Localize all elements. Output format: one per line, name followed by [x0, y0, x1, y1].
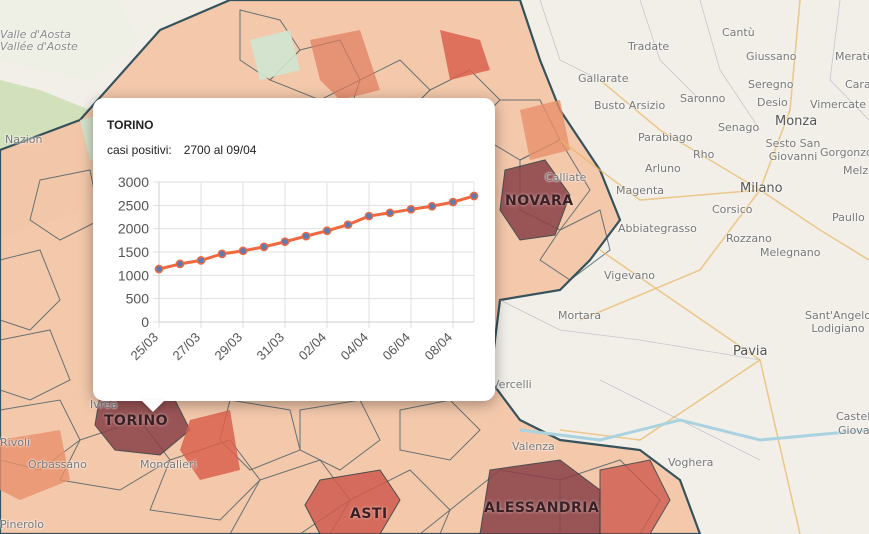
map-place-label: Nazion: [5, 133, 43, 146]
map-place-label: Seregno: [748, 78, 794, 91]
map-place-label: Senago: [718, 121, 760, 134]
y-tick-label: 0: [141, 314, 149, 330]
map-place-label: Calliate: [545, 171, 587, 184]
data-point: [238, 246, 248, 256]
map-place-label: Parabiago: [638, 131, 693, 144]
map-place-label: Pavia: [733, 344, 768, 359]
data-point: [385, 208, 395, 218]
map-place-label: Milano: [740, 181, 783, 196]
map-place-label: Magenta: [616, 184, 665, 197]
map-place-label: Sant'Angelo Lodigiano: [805, 309, 869, 335]
map-place-label: Corsico: [712, 203, 753, 216]
data-point: [364, 211, 374, 221]
map-place-label: Tradate: [628, 40, 670, 53]
y-tick-label: 1000: [118, 267, 149, 283]
data-point: [343, 220, 353, 230]
map-place-label: Paullo: [832, 211, 865, 224]
map-place-label: Arluno: [645, 162, 681, 175]
data-point: [469, 191, 479, 201]
y-tick-label: 3000: [118, 174, 149, 190]
map-place-label: Melzo: [843, 164, 869, 177]
map-place-label: Melegnano: [760, 246, 821, 259]
map-place-label: Castel: [836, 410, 869, 423]
map-place-label: Vallée d'Aoste: [0, 40, 78, 53]
y-tick-label: 2500: [118, 197, 149, 213]
x-tick-label: 31/03: [254, 330, 288, 364]
x-tick-label: 29/03: [212, 330, 246, 364]
map-place-label: Moncalieri: [140, 458, 197, 471]
map-place-label: Orbassano: [28, 458, 87, 471]
popup-cases-label: casi positivi:: [107, 143, 172, 157]
popup-cases-value: 2700 al 09/04: [183, 143, 257, 157]
province-label-alessandria: ALESSANDRIA: [484, 500, 600, 516]
province-label-novara: NOVARA: [505, 193, 574, 209]
popup-title: TORINO: [107, 118, 154, 132]
map-place-label: Voghera: [668, 456, 714, 469]
series-line: [158, 194, 475, 271]
data-point: [175, 259, 185, 269]
popup-cases-row: casi positivi: 2700 al 09/04: [107, 143, 256, 157]
map-place-label: Sesto San Giovanni: [765, 137, 821, 163]
data-point: [259, 242, 269, 252]
map-place-label: Merate: [835, 50, 869, 63]
map-place-label: Busto Arsizio: [594, 99, 666, 112]
map-place-label: Valenza: [512, 440, 555, 453]
data-point: [301, 231, 311, 241]
data-point: [427, 201, 437, 211]
y-tick-label: 500: [126, 291, 150, 307]
map-place-label: Rho: [693, 148, 715, 161]
data-point: [154, 264, 164, 274]
map-place-label: Rivoli: [0, 436, 31, 449]
map-place-label: Rozzano: [726, 232, 772, 245]
data-point: [448, 197, 458, 207]
map-place-label: Vercelli: [492, 378, 532, 391]
map-place-label: Giovanni: [838, 424, 869, 437]
province-popup: TORINO casi positivi: 2700 al 09/04 0 500 1…: [93, 98, 495, 401]
x-tick-label: 08/04: [422, 330, 456, 364]
data-point: [322, 226, 332, 236]
map-place-label: Carate: [845, 78, 869, 91]
data-point: [280, 237, 290, 247]
map-place-label: Vigevano: [604, 269, 656, 282]
province-label-torino: TORINO: [104, 413, 169, 429]
data-point: [406, 204, 416, 214]
map-place-label: Abbiategrasso: [618, 222, 697, 235]
x-tick-label: 06/04: [380, 330, 414, 364]
cases-line-chart: 0 500 1000 1500 2000 2500 3000 25/03 27/03 29/03 3…: [118, 174, 479, 364]
popup-pointer: [141, 400, 165, 412]
data-point: [217, 249, 227, 259]
map-place-label: Mortara: [558, 309, 602, 322]
x-tick-label: 25/03: [128, 330, 162, 364]
x-tick-label: 04/04: [338, 330, 372, 364]
map-place-label: Pinerolo: [0, 518, 44, 531]
map-place-label: Vimercate: [810, 98, 866, 111]
y-tick-label: 2000: [118, 221, 149, 237]
province-label-asti: ASTI: [350, 506, 388, 522]
map-place-label: Gallarate: [578, 72, 629, 85]
data-point: [196, 256, 206, 265]
map-place-label: Cantù: [722, 26, 755, 39]
x-tick-label: 02/04: [296, 330, 330, 364]
x-tick-label: 27/03: [170, 330, 204, 364]
map-place-label: Desio: [757, 96, 788, 109]
map-place-label: Gorgonzola: [820, 146, 869, 159]
map-place-label: Saronno: [680, 92, 726, 105]
map-place-label: Monza: [775, 114, 818, 129]
y-tick-label: 1500: [118, 244, 149, 260]
map-place-label: Giussano: [746, 50, 797, 63]
